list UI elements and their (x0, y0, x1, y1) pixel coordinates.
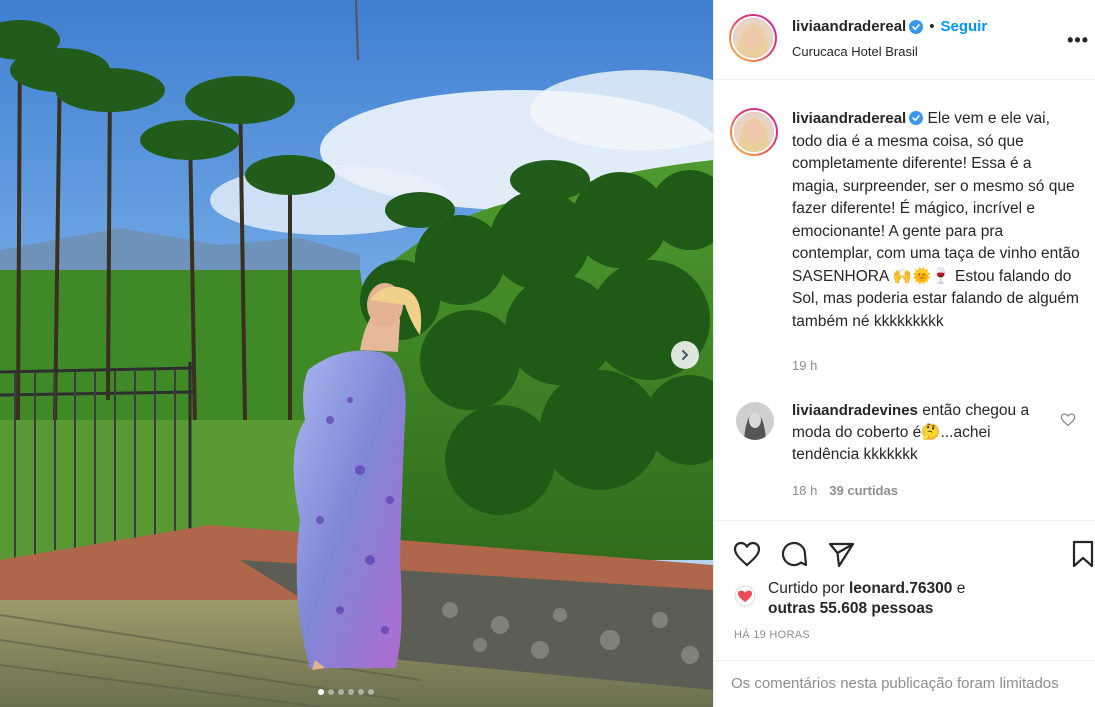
more-options-button[interactable]: ••• (1067, 30, 1089, 51)
avatar-image (733, 18, 773, 58)
carousel-dot (368, 689, 374, 695)
carousel-dot (328, 689, 334, 695)
post-media[interactable] (0, 0, 713, 707)
carousel-dot (358, 689, 364, 695)
likes-connector: e (956, 580, 966, 597)
chevron-right-icon (682, 350, 689, 360)
separator-dot: • (929, 18, 935, 35)
post-timestamp[interactable]: HÁ 19 HORAS (734, 629, 810, 641)
carousel-dot (348, 689, 354, 695)
comments-limited-notice: Os comentários nesta publicação foram li… (714, 660, 1095, 707)
caption-text: Ele vem e ele vai, todo dia é a mesma co… (792, 110, 1080, 330)
next-slide-button[interactable] (671, 341, 699, 369)
commenter-username[interactable]: liviaandradevines (792, 402, 918, 419)
more-icon: ••• (1067, 30, 1089, 50)
avatar-image (734, 112, 774, 152)
post-actions: Curtido por leonard.76300 e outras 55.60… (714, 520, 1095, 707)
post-location[interactable]: Curucaca Hotel Brasil (792, 44, 918, 59)
comment-icon[interactable] (779, 539, 809, 569)
verified-icon (909, 111, 924, 125)
likes-others[interactable]: outras 55.608 pessoas (768, 600, 933, 617)
caption-username[interactable]: liviaandradereal (792, 110, 906, 127)
post-side-panel: liviaandradereal • Seguir Curucaca Hotel… (713, 0, 1095, 707)
likes-prefix: Curtido por (768, 580, 845, 597)
carousel-dot (338, 689, 344, 695)
avatar-image (736, 402, 774, 440)
caption-time[interactable]: 19 h (792, 358, 817, 373)
carousel-indicator (318, 689, 374, 695)
comment-time[interactable]: 18 h (792, 483, 817, 498)
bookmark-icon[interactable] (1068, 539, 1095, 569)
post-photo (0, 0, 713, 707)
carousel-dot (318, 689, 324, 695)
commenter-avatar[interactable] (736, 402, 774, 440)
author-username[interactable]: liviaandradereal (792, 18, 906, 35)
verified-icon (909, 19, 924, 34)
liker-username[interactable]: leonard.76300 (849, 580, 952, 597)
liker-heart-icon (734, 585, 756, 607)
post-header: liviaandradereal • Seguir Curucaca Hotel… (714, 0, 1095, 80)
follow-button[interactable]: Seguir (941, 18, 988, 35)
caption-author-avatar[interactable] (730, 108, 778, 156)
comment-like-heart-icon[interactable] (1060, 412, 1076, 428)
heart-icon[interactable] (732, 539, 762, 569)
author-avatar[interactable] (729, 14, 777, 62)
share-icon[interactable] (826, 539, 856, 569)
comment-likes[interactable]: 39 curtidas (829, 483, 898, 498)
